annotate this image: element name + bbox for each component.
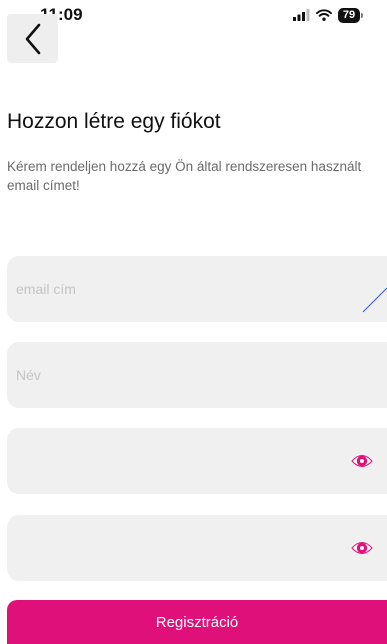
page-subtitle: Kérem rendeljen hozzá egy Ön által rends… (7, 159, 362, 193)
eye-icon[interactable] (351, 538, 373, 558)
chevron-left-icon (25, 23, 40, 54)
eye-icon[interactable] (351, 451, 373, 471)
register-button[interactable]: Regisztráció (7, 600, 387, 644)
password-input[interactable] (7, 428, 387, 494)
status-bar: 11:09 79 (0, 0, 387, 34)
wifi-icon (316, 9, 332, 21)
email-field-container (7, 256, 387, 322)
password-confirm-field-container (7, 515, 387, 581)
name-input[interactable] (7, 342, 387, 408)
password-confirm-input[interactable] (7, 515, 387, 581)
battery-tip (361, 12, 363, 18)
battery-icon: 79 (338, 7, 363, 23)
battery-level: 79 (338, 7, 360, 23)
name-field-container (7, 342, 387, 408)
signal-icon (293, 9, 310, 21)
page-title: Hozzon létre egy fiókot (7, 110, 221, 133)
back-button[interactable] (7, 14, 58, 63)
status-icons: 79 (293, 7, 363, 23)
edit-mark-icon (362, 287, 387, 313)
password-field-container (7, 428, 387, 494)
email-input[interactable] (7, 256, 387, 322)
